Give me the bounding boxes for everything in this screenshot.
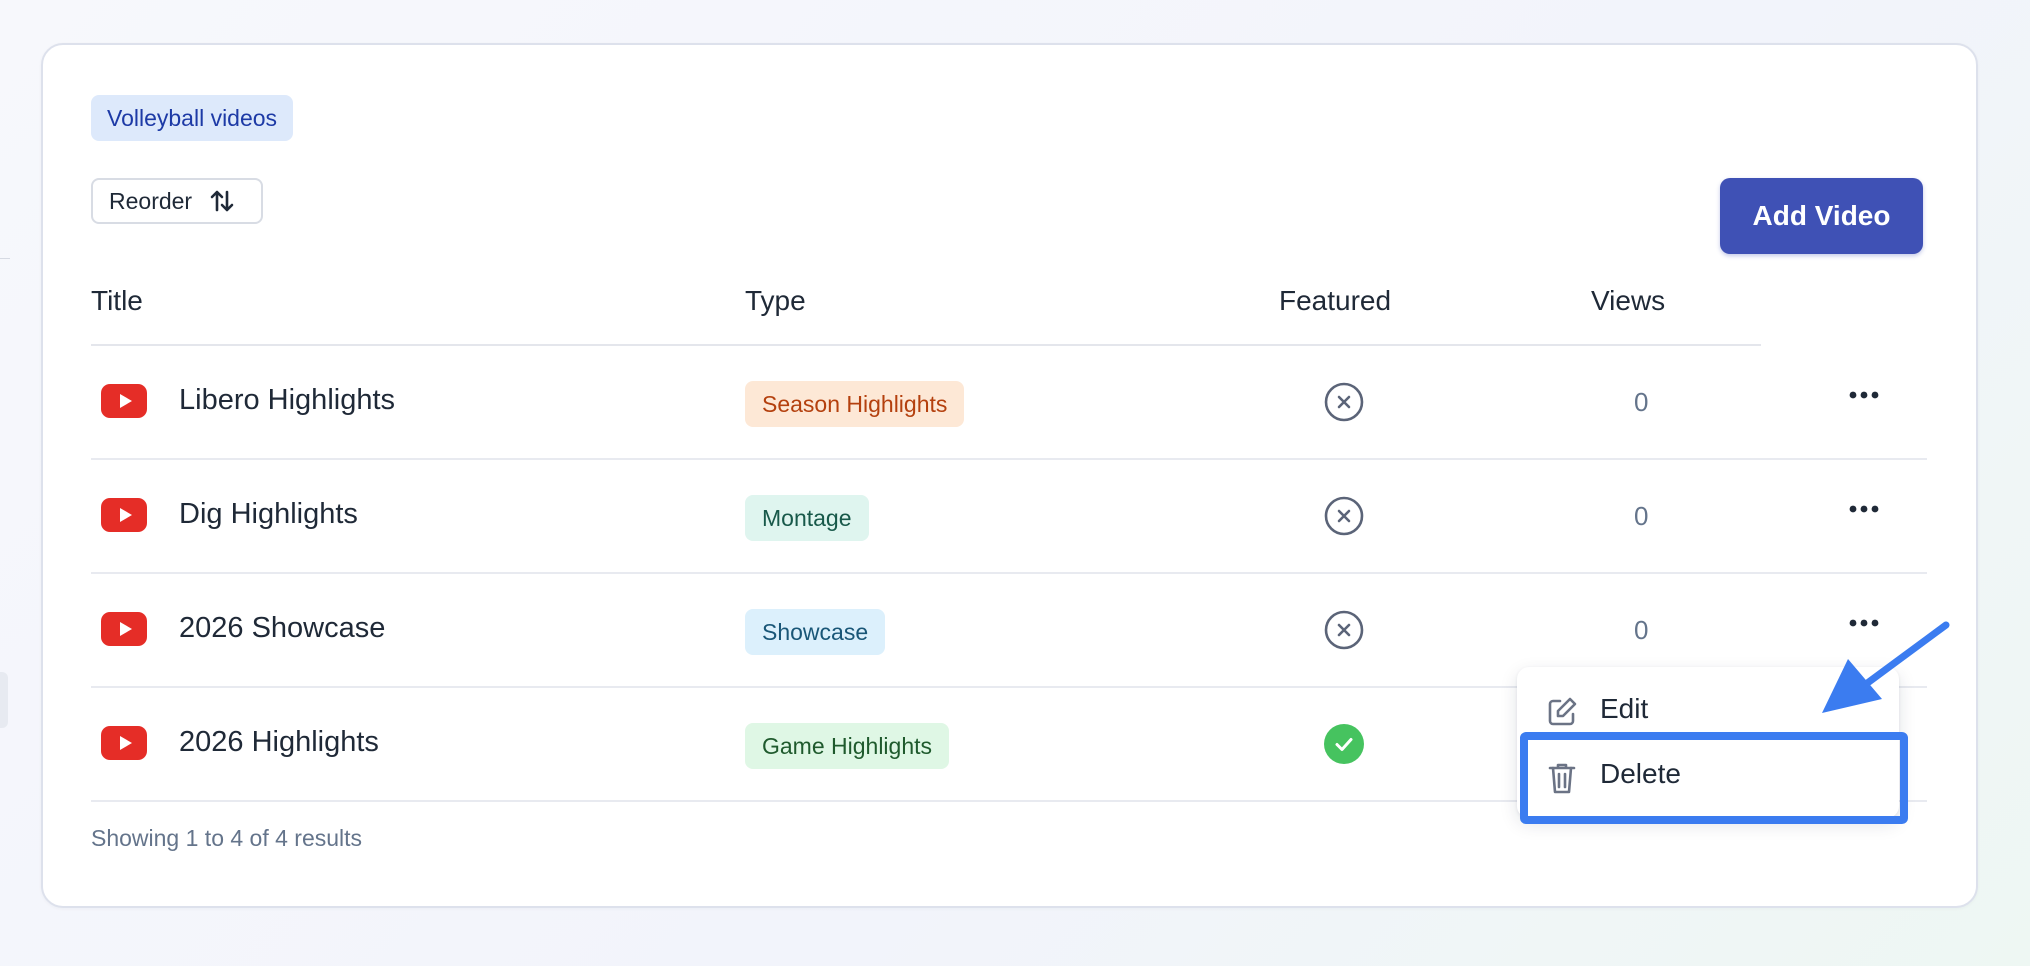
table-row[interactable]: Libero Highlights Season Highlights 0 [91, 346, 1927, 460]
menu-item-edit-label: Edit [1600, 693, 1649, 724]
background-divider [0, 258, 10, 259]
type-badge: Game Highlights [745, 723, 950, 769]
column-header-type[interactable]: Type [745, 285, 806, 317]
youtube-play-icon [101, 384, 147, 418]
results-summary: Showing 1 to 4 of 4 results [91, 825, 363, 851]
collection-tag: Volleyball videos [91, 95, 294, 141]
video-title[interactable]: 2026 Highlights [179, 726, 379, 759]
arrows-up-down-icon [210, 190, 234, 212]
view-count: 0 [1634, 615, 1649, 645]
table-row[interactable]: Dig Highlights Montage 0 [91, 460, 1927, 574]
delete-highlight-box [1520, 732, 1908, 824]
more-horizontal-icon[interactable] [1844, 492, 1884, 526]
youtube-play-icon [101, 498, 147, 532]
type-badge: Montage [745, 495, 869, 541]
reorder-label: Reorder [109, 187, 193, 214]
type-badge: Showcase [745, 609, 886, 655]
type-badge: Season Highlights [745, 381, 965, 427]
youtube-play-icon [101, 726, 147, 760]
annotation-arrow-icon [1822, 621, 1950, 713]
check-circle-icon [1324, 724, 1364, 764]
column-header-title[interactable]: Title [91, 285, 143, 317]
circle-x-icon [1324, 496, 1364, 536]
youtube-play-icon [101, 612, 147, 646]
reorder-button[interactable]: Reorder [91, 178, 263, 224]
video-title[interactable]: 2026 Showcase [179, 612, 385, 645]
circle-x-icon [1324, 610, 1364, 650]
pencil-square-icon [1548, 697, 1577, 726]
circle-x-icon [1324, 382, 1364, 422]
view-count: 0 [1634, 387, 1649, 417]
more-horizontal-icon[interactable] [1844, 378, 1884, 412]
video-title[interactable]: Dig Highlights [179, 498, 358, 531]
video-title[interactable]: Libero Highlights [179, 384, 395, 417]
column-header-featured[interactable]: Featured [1279, 285, 1391, 317]
background-panel-edge [0, 672, 8, 728]
add-video-button[interactable]: Add Video [1720, 178, 1923, 254]
view-count: 0 [1634, 501, 1649, 531]
column-header-views[interactable]: Views [1591, 285, 1665, 317]
